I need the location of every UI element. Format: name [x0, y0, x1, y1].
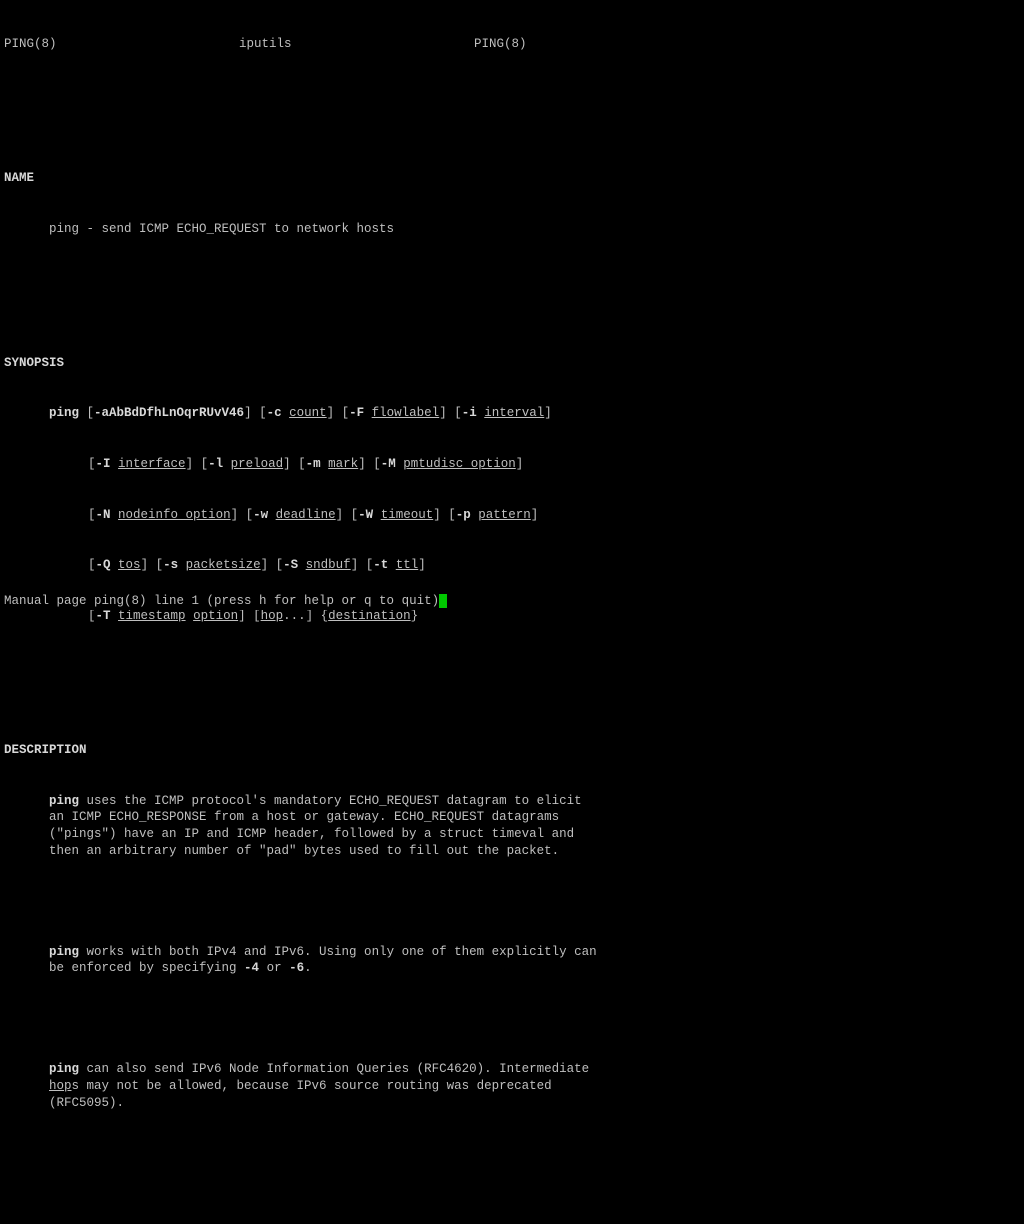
header-center: iputils — [239, 36, 474, 53]
section-synopsis-title: SYNOPSIS — [4, 355, 1020, 372]
synopsis-line-1: ping [-aAbBdDfhLnOqrRUvV46] [-c count] [… — [4, 405, 1020, 422]
description-p3: ping can also send IPv6 Node Information… — [4, 1061, 604, 1112]
syn-flags: -aAbBdDfhLnOqrRUvV46 — [94, 406, 244, 420]
synopsis-cmd: ping — [49, 406, 79, 420]
synopsis-line-4: [-Q tos] [-s packetsize] [-S sndbuf] [-t… — [4, 557, 1020, 574]
cursor-icon — [439, 594, 447, 608]
description-p2: ping works with both IPv4 and IPv6. Usin… — [4, 944, 604, 978]
man-header: PING(8) iputils PING(8) — [4, 36, 1020, 53]
name-text: ping - send ICMP ECHO_REQUEST to network… — [4, 221, 1020, 238]
section-description-title: DESCRIPTION — [4, 742, 1020, 759]
synopsis-line-2: [-I interface] [-l preload] [-m mark] [-… — [4, 456, 1020, 473]
man-page: PING(8) iputils PING(8) NAME ping - send… — [0, 0, 1024, 1224]
synopsis-line-3: [-N nodeinfo option] [-w deadline] [-W t… — [4, 507, 1020, 524]
pager-status-text: Manual page ping(8) line 1 (press h for … — [4, 594, 439, 608]
pager-status-bar[interactable]: Manual page ping(8) line 1 (press h for … — [4, 593, 447, 610]
header-left: PING(8) — [4, 36, 239, 53]
description-p1: ping uses the ICMP protocol's mandatory … — [4, 793, 604, 861]
header-right: PING(8) — [474, 36, 527, 53]
synopsis-line-5: [-T timestamp option] [hop...] {destinat… — [4, 608, 1020, 625]
section-name-title: NAME — [4, 170, 1020, 187]
